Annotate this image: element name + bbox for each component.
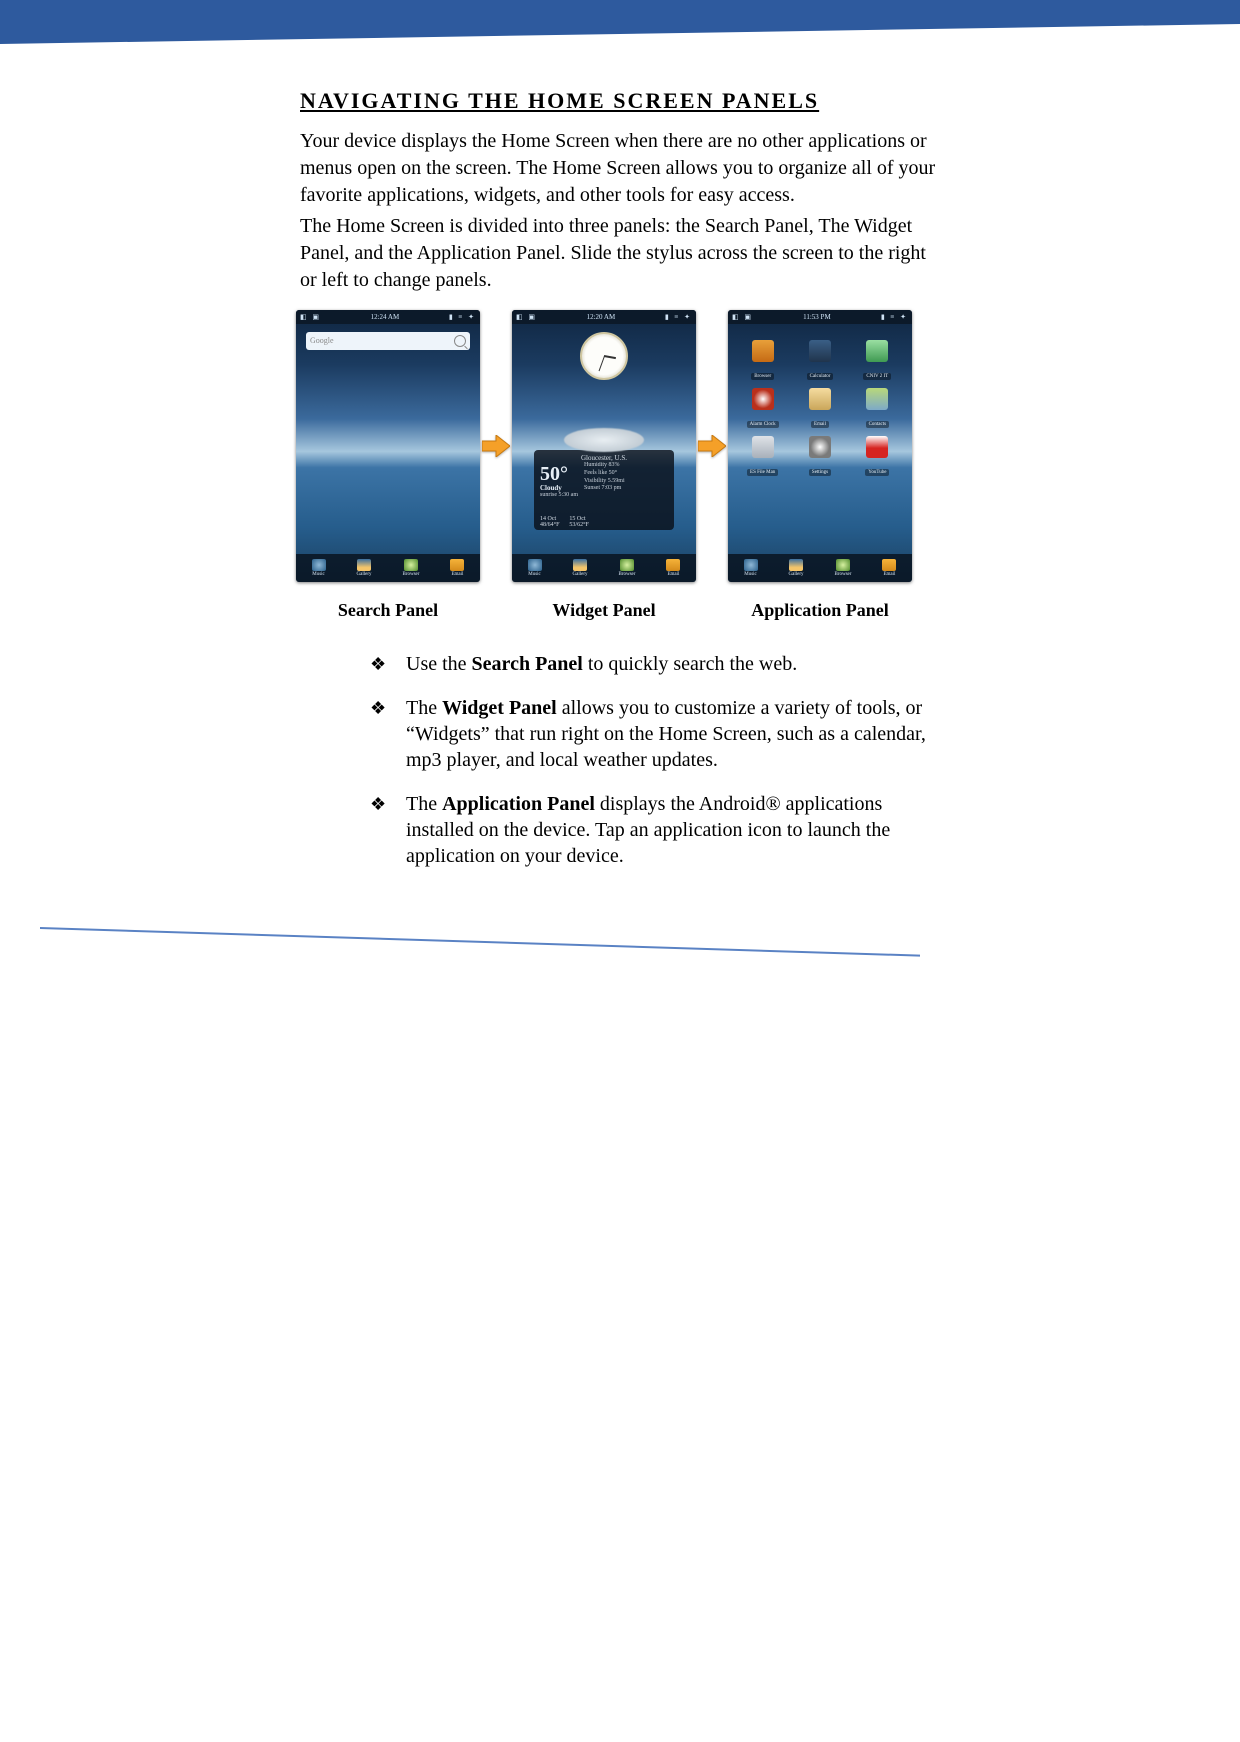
dock-browser[interactable]: Browser (835, 559, 852, 577)
bullet-item: ❖Use the Search Panel to quickly search … (370, 651, 930, 695)
status-right-icons: ▮ ≡ ✦ (881, 313, 908, 321)
dock: Music Gallery Browser Email (728, 554, 912, 582)
dock: Music Gallery Browser Email (512, 554, 696, 582)
panel-captions-row: Search Panel Widget Panel Application Pa… (296, 600, 932, 621)
dock-browser[interactable]: Browser (403, 559, 420, 577)
intro-paragraph-2: The Home Screen is divided into three pa… (300, 213, 940, 294)
caption-widget: Widget Panel (512, 600, 696, 621)
app-icon-email[interactable]: Email (793, 388, 846, 430)
app-icon-contacts[interactable]: Contacts (851, 388, 904, 430)
status-left-icons: ◧ ▣ (300, 313, 321, 321)
search-icon[interactable] (454, 335, 466, 347)
search-input[interactable]: Google (306, 332, 470, 350)
intro-paragraph-1: Your device displays the Home Screen whe… (300, 128, 940, 209)
status-time: 12:24 AM (371, 313, 400, 321)
status-time: 11:53 PM (803, 313, 831, 321)
weather-detail: Humidity 83% (584, 462, 625, 470)
app-icon-calculator[interactable]: Calculator (793, 340, 846, 382)
dock-email[interactable]: Email (882, 559, 896, 577)
status-bar: ◧ ▣ 12:24 AM ▮ ≡ ✦ (296, 310, 480, 324)
bullet-icon: ❖ (370, 697, 386, 720)
app-grid: BrowserCalculatorCNIV 2 IT Alarm ClockEma… (736, 340, 904, 478)
dock-music[interactable]: Music (744, 559, 758, 577)
status-bar: ◧ ▣ 11:53 PM ▮ ≡ ✦ (728, 310, 912, 324)
status-time: 12:20 AM (587, 313, 616, 321)
app-icon-youtube[interactable]: YouTube (851, 436, 904, 478)
forecast-day: 15 Oct 53/62°F (569, 516, 588, 528)
app-icon-es-file-man[interactable]: ES File Man (736, 436, 789, 478)
bullet-icon: ❖ (370, 653, 386, 676)
app-icon-settings[interactable]: Settings (793, 436, 846, 478)
page-content: NAVIGATING THE HOME SCREEN PANELS Your d… (0, 44, 940, 887)
forecast-day: 14 Oct 48/64°F (540, 516, 559, 528)
app-icon-cniv-2-it[interactable]: CNIV 2 IT (851, 340, 904, 382)
widget-panel-screenshot: ◧ ▣ 12:20 AM ▮ ≡ ✦ Gloucester, U.S. 50° … (512, 310, 696, 582)
dock-gallery[interactable]: Gallery (789, 559, 804, 577)
dock-gallery[interactable]: Gallery (357, 559, 372, 577)
search-placeholder: Google (310, 332, 334, 350)
bullet-icon: ❖ (370, 793, 386, 816)
weather-sunrise: sunrise 5:30 am (540, 492, 578, 498)
status-left-icons: ◧ ▣ (732, 313, 753, 321)
cloud-icon (564, 428, 644, 452)
footer-rule (0, 927, 1240, 951)
status-right-icons: ▮ ≡ ✦ (665, 313, 692, 321)
dock-email[interactable]: Email (666, 559, 680, 577)
analog-clock-widget[interactable] (580, 332, 628, 380)
weather-temp: 50° (540, 464, 578, 484)
dock-email[interactable]: Email (450, 559, 464, 577)
caption-app: Application Panel (728, 600, 912, 621)
weather-location: Gloucester, U.S. (540, 454, 668, 462)
weather-detail: Visibility 5.59mi (584, 478, 625, 486)
caption-search: Search Panel (296, 600, 480, 621)
search-panel-screenshot: ◧ ▣ 12:24 AM ▮ ≡ ✦ Google Music Gallery … (296, 310, 480, 582)
header-diagonal (0, 24, 1240, 44)
bullet-item: ❖The Widget Panel allows you to customiz… (370, 695, 930, 791)
weather-detail: Feels like 50° (584, 470, 625, 478)
status-bar: ◧ ▣ 12:20 AM ▮ ≡ ✦ (512, 310, 696, 324)
status-left-icons: ◧ ▣ (516, 313, 537, 321)
status-right-icons: ▮ ≡ ✦ (449, 313, 476, 321)
dock-browser[interactable]: Browser (619, 559, 636, 577)
header-bar (0, 0, 1240, 24)
dock: Music Gallery Browser Email (296, 554, 480, 582)
weather-condition: Cloudy (540, 484, 578, 492)
section-heading: NAVIGATING THE HOME SCREEN PANELS (300, 88, 940, 114)
dock-music[interactable]: Music (312, 559, 326, 577)
arrow-icon (696, 435, 728, 457)
arrow-icon (480, 435, 512, 457)
app-icon-browser[interactable]: Browser (736, 340, 789, 382)
dock-music[interactable]: Music (528, 559, 542, 577)
bullet-list: ❖Use the Search Panel to quickly search … (300, 651, 930, 887)
panels-figure-row: ◧ ▣ 12:24 AM ▮ ≡ ✦ Google Music Gallery … (296, 310, 940, 582)
weather-detail: Sunset 7:03 pm (584, 485, 625, 493)
dock-gallery[interactable]: Gallery (573, 559, 588, 577)
app-icon-alarm-clock[interactable]: Alarm Clock (736, 388, 789, 430)
bullet-item: ❖The Application Panel displays the Andr… (370, 791, 930, 887)
application-panel-screenshot: ◧ ▣ 11:53 PM ▮ ≡ ✦ BrowserCalculatorCNIV… (728, 310, 912, 582)
weather-widget[interactable]: Gloucester, U.S. 50° Cloudy sunrise 5:30… (534, 450, 674, 530)
